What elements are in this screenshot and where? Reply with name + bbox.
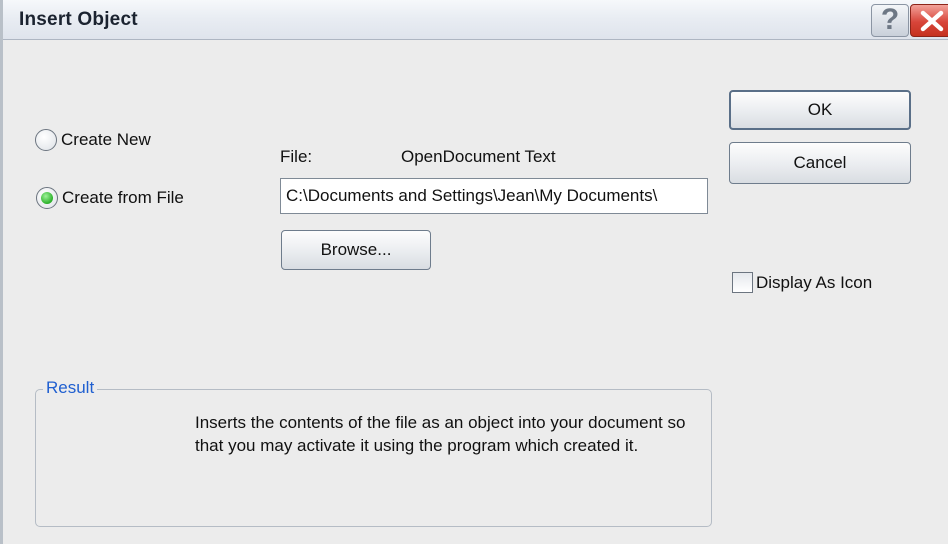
result-group-box xyxy=(35,389,712,527)
file-path-input[interactable]: C:\Documents and Settings\Jean\My Docume… xyxy=(280,178,708,214)
create-new-option[interactable]: Create New xyxy=(35,129,151,151)
display-as-icon-label: Display As Icon xyxy=(756,272,873,292)
display-as-icon-option[interactable]: Display As Icon xyxy=(732,272,872,293)
title-bar[interactable]: Insert Object ? xyxy=(3,0,948,40)
browse-button[interactable]: Browse... xyxy=(281,230,431,270)
close-x-icon xyxy=(920,10,944,32)
dialog-title: Insert Object xyxy=(19,9,138,30)
close-button[interactable] xyxy=(910,4,948,37)
file-label: File: xyxy=(280,147,313,166)
question-mark-icon: ? xyxy=(880,3,900,36)
result-legend: Result xyxy=(43,378,98,398)
create-new-radio[interactable] xyxy=(35,129,57,151)
ok-button[interactable]: OK xyxy=(729,90,911,130)
create-from-file-radio[interactable] xyxy=(36,187,58,209)
help-button[interactable]: ? xyxy=(871,3,909,37)
create-from-file-label: Create from File xyxy=(62,188,184,207)
cancel-button[interactable]: Cancel xyxy=(729,142,911,184)
result-description: Inserts the contents of the file as an o… xyxy=(195,413,686,455)
insert-object-dialog: Insert Object ? Create New Create from F… xyxy=(0,0,948,544)
create-new-label: Create New xyxy=(61,130,151,149)
file-type-label: OpenDocument Text xyxy=(401,147,556,166)
display-as-icon-checkbox[interactable] xyxy=(732,272,753,293)
create-from-file-option[interactable]: Create from File xyxy=(36,187,184,209)
